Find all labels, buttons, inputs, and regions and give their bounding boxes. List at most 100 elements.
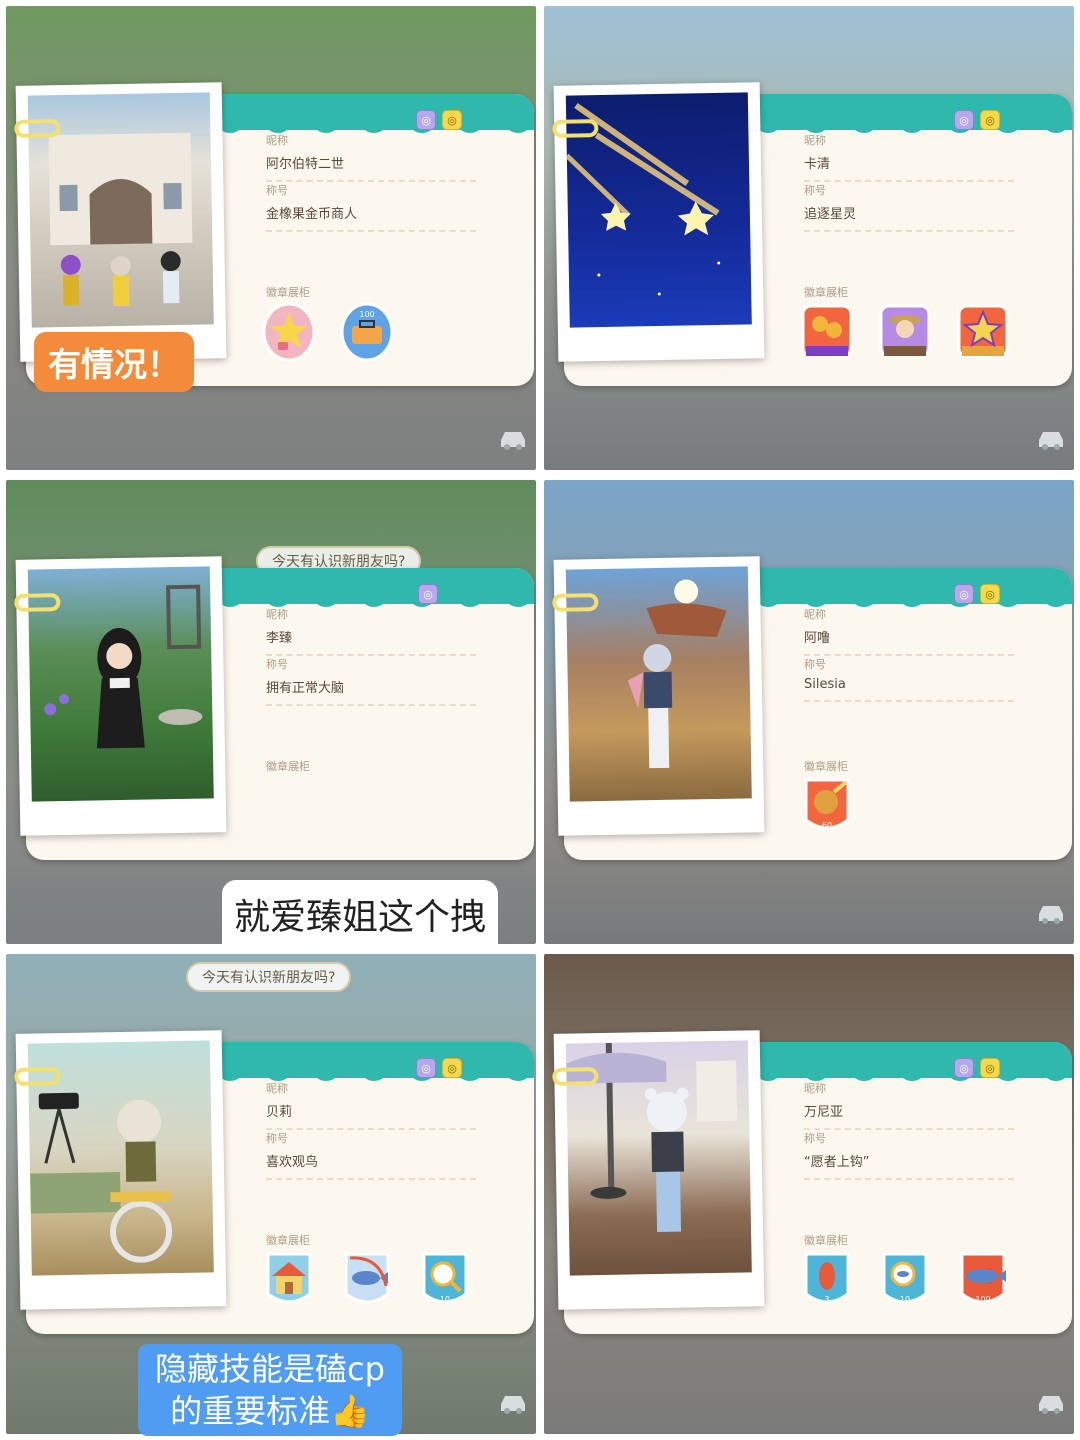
title-value: 金橡果金币商人: [266, 207, 358, 222]
fish-10-badge-icon[interactable]: 10: [878, 1250, 932, 1310]
purple-chip-icon[interactable]: ◎: [954, 584, 974, 604]
nickname-field: 昵称 万尼亚: [804, 1080, 1014, 1130]
purple-chip-icon[interactable]: ◎: [418, 584, 438, 604]
nickname-value: 贝莉: [266, 1105, 293, 1120]
badge-number: 10: [900, 1295, 910, 1304]
purple-chip-icon[interactable]: ◎: [954, 110, 974, 130]
star-badge-icon[interactable]: [956, 302, 1010, 362]
nickname-value: 阿噜: [804, 631, 831, 646]
status-chips: ◎ ◎: [416, 1058, 462, 1078]
avatar: [117, 1099, 162, 1182]
title-field: 称号 追逐星灵: [804, 182, 1014, 232]
nickname-value: 阿尔伯特二世: [266, 157, 345, 172]
caption-bottom-left: 隐藏技能是磕cp的重要标准👍: [138, 1344, 402, 1436]
title-value: 追逐星灵: [804, 207, 857, 222]
badge-cabinet-label: 徽章展柜: [266, 760, 310, 773]
purple-chip-icon[interactable]: ◎: [416, 110, 436, 130]
purple-chip-icon[interactable]: ◎: [954, 1058, 974, 1078]
coin-chip-icon[interactable]: ◎: [980, 110, 1000, 130]
title-field: 称号 “愿者上钩”: [804, 1130, 1014, 1180]
title-field: 称号 金橡果金币商人: [266, 182, 476, 232]
car-icon[interactable]: [1036, 1392, 1066, 1414]
divider: [804, 230, 1014, 232]
status-chips: ◎ ◎: [954, 584, 1000, 604]
fish-3-badge-icon[interactable]: 3: [800, 1250, 854, 1310]
speech-bubble: 今天有认识新朋友吗?: [186, 962, 352, 992]
title-value: Silesia: [804, 677, 846, 692]
meteor-60-badge-icon[interactable]: 60: [800, 776, 854, 836]
title-label: 称号: [804, 658, 826, 671]
fish-badge-icon[interactable]: [340, 1250, 394, 1310]
divider: [266, 230, 476, 232]
coin-chip-icon[interactable]: ◎: [980, 1058, 1000, 1078]
photo-polaroid: [552, 82, 765, 362]
paperclip-icon: [552, 1067, 599, 1086]
nickname-value: 李臻: [266, 631, 293, 646]
car-icon[interactable]: [1036, 902, 1066, 924]
purple-chip-icon[interactable]: ◎: [416, 1058, 436, 1078]
status-chips: ◎ ◎: [954, 1058, 1000, 1078]
nickname-field: 昵称 李臻: [266, 606, 476, 656]
photo-polaroid: [14, 1030, 227, 1310]
badge-number: 60: [822, 821, 832, 830]
nickname-field: 昵称 阿噜: [804, 606, 1014, 656]
paperclip-icon: [14, 119, 61, 138]
nickname-label: 昵称: [804, 1082, 826, 1095]
avatar: [627, 644, 673, 769]
farmer-badge-icon[interactable]: [878, 302, 932, 362]
profile-screenshot-4: ◎ ◎ 昵称 阿噜 称号 Silesia 徽章展柜 60: [544, 480, 1074, 944]
title-field: 称号 Silesia: [804, 656, 1014, 702]
star-heart-badge-icon[interactable]: [262, 302, 316, 362]
title-label: 称号: [266, 1132, 288, 1145]
title-label: 称号: [266, 658, 288, 671]
nickname-value: 万尼亚: [804, 1105, 844, 1120]
title-field: 称号 喜欢观鸟: [266, 1130, 476, 1180]
badge-cabinet: 10: [262, 1250, 472, 1310]
profile-screenshot-1: ◎ ◎ 昵称 阿尔伯特二世 称号 金橡果金币商人 徽章展柜 100: [6, 6, 536, 470]
title-label: 称号: [804, 184, 826, 197]
badge-number: 100: [359, 310, 374, 319]
car-icon[interactable]: [498, 1392, 528, 1414]
photo-polaroid: [552, 1030, 765, 1310]
car-icon[interactable]: [498, 428, 528, 450]
toolbox-100-badge-icon[interactable]: 100: [340, 302, 394, 362]
coin-chip-icon[interactable]: ◎: [442, 1058, 462, 1078]
title-label: 称号: [266, 184, 288, 197]
nickname-field: 昵称 阿尔伯特二世: [266, 132, 476, 182]
badge-cabinet-label: 徽章展柜: [266, 286, 310, 299]
photo-polaroid: [14, 82, 227, 362]
coin-chip-icon[interactable]: ◎: [980, 584, 1000, 604]
badge-number: 3: [824, 1295, 829, 1304]
coin-chip-icon[interactable]: ◎: [442, 110, 462, 130]
nickname-field: 昵称 贝莉: [266, 1080, 476, 1130]
avatar-2: [110, 256, 131, 307]
badge-cabinet: [800, 302, 1010, 362]
title-value: 喜欢观鸟: [266, 1155, 319, 1170]
photo-polaroid: [552, 556, 765, 836]
paperclip-icon: [14, 1067, 61, 1086]
badge-cabinet-label: 徽章展柜: [266, 1234, 310, 1247]
nickname-label: 昵称: [266, 134, 288, 147]
paperclip-icon: [552, 593, 599, 612]
divider: [804, 700, 1014, 702]
coins-badge-icon[interactable]: [800, 302, 854, 362]
badge-cabinet-label: 徽章展柜: [804, 760, 848, 773]
house-badge-icon[interactable]: [262, 1250, 316, 1310]
profile-screenshot-2: ◎ ◎ 昵称 卡清 称号 追逐星灵 徽章展柜: [544, 6, 1074, 470]
title-label: 称号: [804, 1132, 826, 1145]
car-icon[interactable]: [1036, 428, 1066, 450]
divider: [804, 1178, 1014, 1180]
title-value: “愿者上钩”: [804, 1155, 870, 1170]
avatar: [96, 628, 145, 749]
badge-cabinet-label: 徽章展柜: [804, 1234, 848, 1247]
fish-100-badge-icon[interactable]: 100: [956, 1250, 1010, 1310]
profile-screenshot-3: 今天有认识新朋友吗? ◎ 昵称 李臻 称号 拥有正常大脑 徽章展柜: [6, 480, 536, 944]
nickname-label: 昵称: [804, 134, 826, 147]
nickname-label: 昵称: [266, 1082, 288, 1095]
nickname-label: 昵称: [266, 608, 288, 621]
paperclip-icon: [552, 119, 599, 138]
bird-10-badge-icon[interactable]: 10: [418, 1250, 472, 1310]
paperclip-icon: [14, 593, 61, 612]
status-chips: ◎: [418, 584, 438, 604]
badge-number: 10: [440, 1295, 450, 1304]
